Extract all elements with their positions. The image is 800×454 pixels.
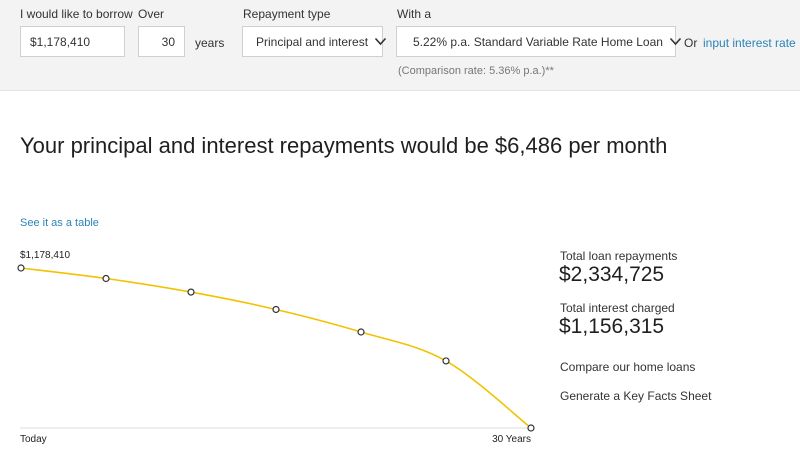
balance-point[interactable] — [17, 264, 25, 272]
repayment-type-select[interactable]: Principal and interest — [242, 26, 387, 57]
total-interest-label: Total interest charged — [560, 301, 675, 315]
comparison-rate-text: (Comparison rate: 5.36% p.a.)** — [398, 65, 554, 77]
or-text: Or — [684, 36, 698, 50]
key-facts-sheet-link[interactable]: Generate a Key Facts Sheet — [560, 389, 711, 403]
chevron-down-icon — [374, 37, 387, 46]
balance-point[interactable] — [442, 357, 450, 365]
repayment-headline: Your principal and interest repayments w… — [20, 133, 668, 158]
repayment-chart: $1,178,410 Today 30 Years — [17, 250, 535, 445]
x-start-label: Today — [20, 434, 47, 445]
balance-point[interactable] — [357, 328, 365, 336]
balance-point[interactable] — [187, 288, 195, 296]
input-interest-rate-link[interactable]: input interest rate — [703, 36, 796, 50]
total-repayments-label: Total loan repayments — [560, 249, 678, 263]
loan-term-value: 30 — [161, 34, 175, 49]
compare-home-loans-link[interactable]: Compare our home loans — [560, 360, 695, 374]
interest-rate-value: 5.22% p.a. Standard Variable Rate Home L… — [413, 34, 663, 49]
repayment-type-label: Repayment type — [243, 7, 331, 21]
chart-start-label: $1,178,410 — [20, 250, 70, 261]
years-label: years — [195, 36, 225, 50]
calculator-form-panel: I would like to borrow $1,178,410 Over 3… — [0, 0, 800, 91]
see-table-link[interactable]: See it as a table — [20, 217, 99, 229]
with-label: With a — [397, 7, 432, 21]
balance-series — [17, 264, 535, 432]
chevron-down-icon — [669, 37, 682, 46]
borrow-amount-value: $1,178,410 — [30, 34, 91, 49]
repayment-type-value: Principal and interest — [256, 34, 369, 49]
loan-term-input[interactable]: 30 — [138, 26, 185, 57]
interest-rate-select[interactable]: 5.22% p.a. Standard Variable Rate Home L… — [396, 26, 682, 57]
borrow-label: I would like to borrow — [20, 7, 133, 21]
balance-point[interactable] — [527, 424, 535, 432]
over-label: Over — [138, 7, 165, 21]
total-repayments-value: $2,334,725 — [559, 263, 665, 286]
x-end-label: 30 Years — [492, 434, 531, 445]
balance-line — [20, 267, 532, 429]
total-interest-value: $1,156,315 — [559, 315, 665, 338]
balance-point[interactable] — [102, 274, 110, 283]
borrow-amount-input[interactable]: $1,178,410 — [20, 26, 125, 57]
balance-point[interactable] — [272, 305, 280, 314]
